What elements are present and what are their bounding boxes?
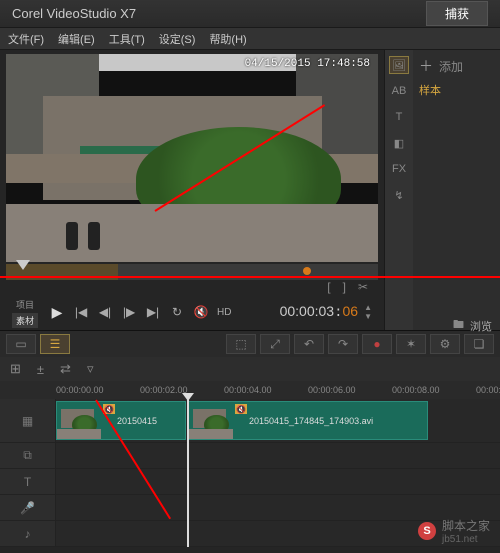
video-track-head[interactable]: ▦ [0, 399, 56, 443]
music-track-head[interactable]: ♪ [0, 521, 56, 547]
clip-2[interactable]: 🔇 20150415_174845_174903.avi [188, 401, 428, 440]
tl-btn-d[interactable]: ↷ [328, 334, 358, 354]
folder-icon: 🖿 [453, 316, 464, 335]
video-timestamp: 04/15/2015 17:48:58 [245, 58, 370, 70]
sample-folder[interactable]: 样本 [419, 82, 494, 98]
prev-frame-button[interactable]: ◀| [94, 300, 116, 324]
tl-btn-c[interactable]: ↶ [294, 334, 324, 354]
menu-tool[interactable]: 工具(T) [109, 31, 145, 47]
tool-zoom[interactable]: ± [37, 362, 44, 377]
trim-bar: [ ] ✂ [6, 280, 378, 294]
storyboard-view-tab[interactable]: ▭ [6, 334, 36, 354]
plus-icon: ＋ [419, 56, 433, 76]
mark-out-icon[interactable]: ] [343, 280, 346, 294]
annotation-hline [0, 276, 500, 278]
mark-in-icon[interactable]: [ [327, 280, 330, 294]
transition-icon[interactable]: AB [389, 82, 409, 100]
asset-category-bar: 🖼 AB T ◧ FX ↯ [385, 50, 413, 330]
next-frame-button[interactable]: |▶ [118, 300, 140, 324]
timeline-view-tabs: ▭ ☰ ⬚ ⤢ ↶ ↷ ● ✶ ⚙ ❏ [0, 331, 500, 357]
tl-btn-e[interactable]: ✶ [396, 334, 426, 354]
menu-settings[interactable]: 设定(S) [159, 31, 196, 47]
timeline-view-tab[interactable]: ☰ [40, 334, 70, 354]
capture-tab[interactable]: 捕获 [426, 1, 488, 26]
loop-button[interactable]: ↻ [166, 300, 188, 324]
tl-btn-g[interactable]: ❏ [464, 334, 494, 354]
title-icon[interactable]: T [389, 108, 409, 126]
scrub-marker[interactable] [303, 267, 311, 275]
timecode[interactable]: 00:00:03:06 [280, 303, 358, 321]
watermark-logo: S [418, 522, 436, 540]
filter-icon[interactable]: FX [389, 160, 409, 178]
titlebar: Corel VideoStudio X7 捕获 [0, 0, 500, 28]
tl-btn-b[interactable]: ⤢ [260, 334, 290, 354]
menu-edit[interactable]: 编辑(E) [58, 31, 95, 47]
app-title: Corel VideoStudio X7 [12, 6, 426, 21]
voice-track-head[interactable]: 🎤 [0, 495, 56, 521]
menubar: 文件(F) 编辑(E) 工具(T) 设定(S) 帮助(H) [0, 28, 500, 50]
library-panel: 🖼 AB T ◧ FX ↯ ＋ 添加 样本 [384, 50, 500, 330]
mute-button[interactable]: 🔇 [190, 300, 212, 324]
play-button[interactable]: ▶ [46, 300, 68, 324]
time-ruler[interactable]: 00:00:00.00 00:00:02.00 00:00:04.00 00:0… [0, 381, 500, 399]
overlay-track-head[interactable]: ⧉ [0, 443, 56, 469]
split-icon[interactable]: ✂ [358, 280, 368, 294]
end-button[interactable]: ▶| [142, 300, 164, 324]
browse-button[interactable]: 🖿 浏览 [453, 316, 492, 335]
tl-btn-f[interactable]: ⚙ [430, 334, 460, 354]
track-headers: ▦ ⧉ T 🎤 ♪ [0, 399, 56, 547]
timeline-tools: ⊞ ± ⇄ ▿ [0, 357, 500, 381]
clip-audio-icon[interactable]: 🔇 [235, 404, 247, 414]
home-button[interactable]: |◀ [70, 300, 92, 324]
tool-marker[interactable]: ▿ [87, 361, 94, 377]
add-folder-button[interactable]: ＋ 添加 [419, 56, 494, 76]
tool-add-track[interactable]: ⊞ [10, 361, 21, 377]
graphic-icon[interactable]: ◧ [389, 134, 409, 152]
tc-down[interactable]: ▼ [364, 312, 372, 321]
clip-1[interactable]: 🔇 20150415 [56, 401, 186, 440]
record-button[interactable]: ● [362, 334, 392, 354]
path-icon[interactable]: ↯ [389, 186, 409, 204]
mode-project[interactable]: 项目 [12, 297, 38, 312]
transport-controls: 项目 素材 ▶ |◀ ◀| |▶ ▶| ↻ 🔇 HD 00:00:03:06 ▲… [6, 294, 378, 330]
playhead[interactable] [187, 399, 189, 547]
hd-button[interactable]: HD [214, 300, 234, 324]
preview-video[interactable]: 04/15/2015 17:48:58 [6, 54, 378, 262]
watermark: S 脚本之家 jb51.net [418, 517, 490, 545]
tool-link[interactable]: ⇄ [60, 361, 71, 377]
menu-file[interactable]: 文件(F) [8, 31, 44, 47]
mode-clip[interactable]: 素材 [12, 313, 38, 328]
preview-panel: 04/15/2015 17:48:58 [ ] ✂ 项目 素材 ▶ |◀ ◀| … [0, 50, 384, 330]
menu-help[interactable]: 帮助(H) [209, 31, 246, 47]
tl-btn-a[interactable]: ⬚ [226, 334, 256, 354]
tc-up[interactable]: ▲ [364, 303, 372, 312]
title-track-head[interactable]: T [0, 469, 56, 495]
media-icon[interactable]: 🖼 [389, 56, 409, 74]
